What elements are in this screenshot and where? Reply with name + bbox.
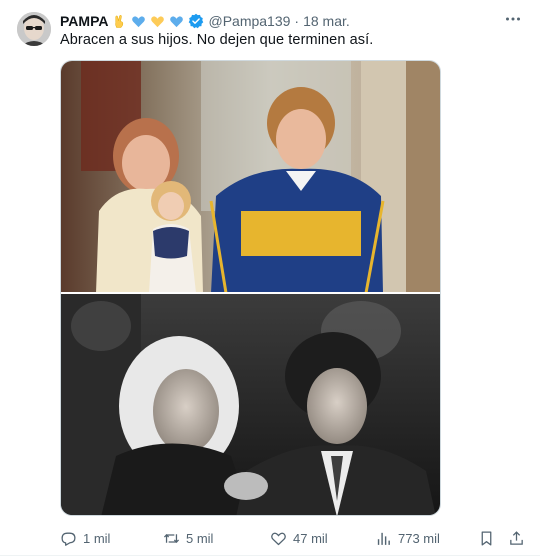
- tweet-header: PAMPA @Pampa139 · 18 mar.: [60, 11, 350, 31]
- blue-heart-emoji: [132, 15, 146, 27]
- like-button[interactable]: 47 mil: [270, 528, 328, 548]
- reply-button[interactable]: 1 mil: [60, 528, 110, 548]
- reply-icon: [61, 532, 76, 546]
- repost-icon: [163, 533, 180, 543]
- bookmark-button[interactable]: [478, 528, 495, 548]
- victory-hand-emoji: [115, 14, 124, 28]
- tweet-date[interactable]: 18 mar.: [303, 13, 350, 29]
- more-options-button[interactable]: [502, 8, 524, 30]
- share-button[interactable]: [508, 528, 525, 548]
- vintage-photo: [61, 61, 440, 294]
- separator-dot: ·: [294, 13, 300, 29]
- yellow-heart-emoji: [151, 15, 165, 27]
- heart-icon: [271, 532, 286, 545]
- reply-count: 1 mil: [83, 530, 111, 546]
- share-icon: [510, 530, 523, 545]
- more-icon: [506, 17, 520, 21]
- avatar[interactable]: [17, 12, 51, 46]
- author-handle[interactable]: @Pampa139: [208, 13, 290, 29]
- like-count: 47 mil: [293, 530, 328, 546]
- blue-heart-emoji: [170, 15, 184, 27]
- author-name[interactable]: PAMPA: [60, 13, 108, 29]
- views-count: 773 mil: [398, 530, 440, 546]
- black-and-white-photo: [61, 293, 440, 515]
- repost-count: 5 mil: [186, 530, 214, 546]
- tweet-media-image[interactable]: [60, 60, 441, 516]
- tweet-actions: 1 mil 5 mil 47 mil 773 mil: [60, 528, 530, 548]
- views-button[interactable]: 773 mil: [375, 528, 440, 548]
- repost-button[interactable]: 5 mil: [163, 528, 213, 548]
- tweet-text: Abracen a sus hijos. No dejen que termin…: [60, 32, 374, 48]
- tweet-card[interactable]: PAMPA @Pampa139 · 18 mar. Abracen a sus …: [0, 0, 540, 556]
- verified-badge-icon: [189, 13, 204, 29]
- views-chart-icon: [377, 532, 390, 545]
- photo-collage: [61, 61, 440, 515]
- bookmark-icon: [481, 530, 492, 546]
